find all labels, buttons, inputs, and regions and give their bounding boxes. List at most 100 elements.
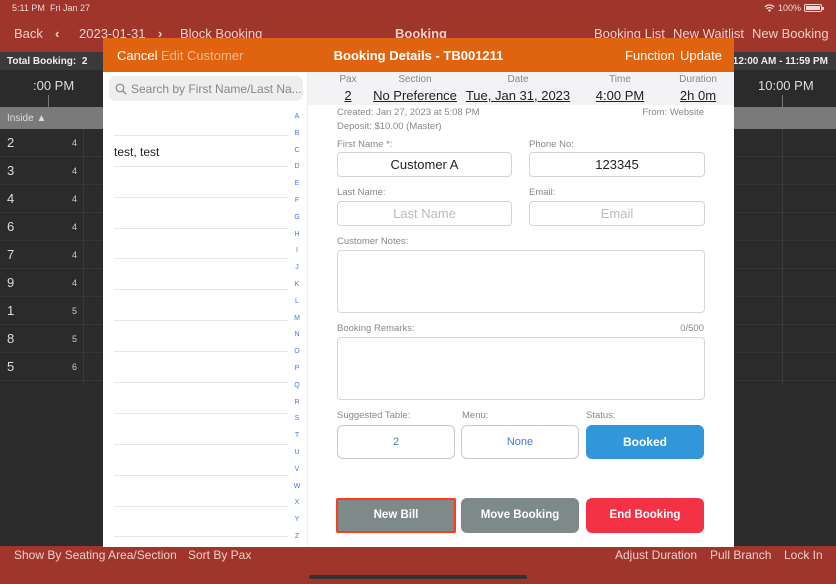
phone-field[interactable]: 123345 [529, 152, 705, 177]
duration-label: Duration [679, 74, 717, 85]
alphabet-index-letter[interactable]: F [290, 193, 304, 210]
alphabet-index-letter[interactable]: Z [290, 529, 304, 546]
customer-list-item[interactable] [114, 105, 288, 136]
customer-list-item[interactable] [114, 383, 288, 414]
deposit-info: Deposit: $10.00 (Master) [337, 121, 442, 132]
section-label: Section [398, 74, 432, 85]
alphabet-index-letter[interactable]: M [290, 311, 304, 328]
table-capacity: 4 [72, 222, 78, 232]
alphabet-index-letter[interactable]: S [290, 411, 304, 428]
suggested-table-button[interactable]: 2 [337, 425, 455, 459]
battery-icon [804, 4, 824, 12]
alphabet-index-letter[interactable]: O [290, 344, 304, 361]
new-bill-button[interactable]: New Bill [336, 498, 456, 533]
customer-notes-textarea[interactable] [337, 250, 705, 313]
alphabet-index-letter[interactable]: Q [290, 378, 304, 395]
time-summary[interactable]: Time 4:00 PM [585, 74, 655, 103]
customer-name: test, test [114, 144, 160, 159]
grid-line [782, 129, 783, 384]
suggested-table-label: Suggested Table: [337, 410, 411, 421]
date-label: Date [507, 74, 529, 85]
function-button[interactable]: Function [625, 48, 675, 63]
date-summary[interactable]: Date Tue, Jan 31, 2023 [460, 74, 576, 103]
customer-list-item[interactable] [114, 476, 288, 507]
alphabet-index-letter[interactable]: T [290, 428, 304, 445]
sort-by-pax-button[interactable]: Sort By Pax [188, 548, 251, 562]
alphabet-index-letter[interactable]: Y [290, 512, 304, 529]
cancel-button[interactable]: Cancel [117, 48, 157, 63]
edit-customer-button[interactable]: Edit Customer [161, 48, 243, 63]
alphabet-index-letter[interactable]: R [290, 395, 304, 412]
table-number: 2 [7, 135, 15, 150]
new-booking-button[interactable]: New Booking [752, 26, 829, 41]
pax-summary[interactable]: Pax 2 [333, 74, 363, 103]
booking-remarks-textarea[interactable] [337, 337, 705, 400]
status-time: 5:11 PM [12, 3, 45, 13]
duration-summary[interactable]: Duration 2h 0m [663, 74, 733, 103]
alphabet-index-letter[interactable]: I [290, 243, 304, 260]
date-value[interactable]: Tue, Jan 31, 2023 [460, 88, 576, 103]
customer-list-item[interactable] [114, 167, 288, 198]
status-button[interactable]: Booked [586, 425, 704, 459]
pax-value[interactable]: 2 [333, 88, 363, 103]
customer-list-item[interactable] [114, 290, 288, 322]
table-capacity: 4 [72, 278, 78, 288]
table-capacity: 4 [72, 194, 78, 204]
alphabet-index-letter[interactable]: B [290, 126, 304, 143]
search-placeholder: Search by First Name/Last Na... [131, 81, 302, 96]
grid-line [83, 129, 84, 384]
customer-list-item[interactable]: test, test [114, 136, 288, 167]
alphabet-index-letter[interactable]: D [290, 159, 304, 176]
lock-in-button[interactable]: Lock In [784, 548, 823, 562]
section-summary[interactable]: Section No Preference [370, 74, 460, 103]
table-capacity: 6 [72, 362, 78, 372]
back-button[interactable]: Back [14, 26, 43, 41]
alphabet-index-letter[interactable]: U [290, 445, 304, 462]
alphabet-index-letter[interactable]: X [290, 495, 304, 512]
table-capacity: 4 [72, 138, 78, 148]
adjust-duration-button[interactable]: Adjust Duration [615, 548, 697, 562]
alphabet-index-letter[interactable]: L [290, 294, 304, 311]
customer-list-item[interactable] [114, 229, 288, 260]
duration-value[interactable]: 2h 0m [663, 88, 733, 103]
alphabet-index-letter[interactable]: N [290, 327, 304, 344]
update-button[interactable]: Update [680, 48, 722, 63]
section-value[interactable]: No Preference [370, 88, 460, 103]
time-label: :00 PM [33, 78, 75, 93]
alphabet-index-letter[interactable]: J [290, 260, 304, 277]
alphabet-index-letter[interactable]: C [290, 143, 304, 160]
end-booking-button[interactable]: End Booking [586, 498, 704, 533]
alphabet-index-letter[interactable]: A [290, 109, 304, 126]
time-value[interactable]: 4:00 PM [585, 88, 655, 103]
customer-list-item[interactable] [114, 321, 288, 353]
customer-search-input[interactable]: Search by First Name/Last Na... [109, 76, 303, 101]
total-booking-label: Total Booking: [7, 56, 77, 67]
show-by-section-button[interactable]: Show By Seating Area/Section [14, 548, 177, 562]
alphabet-index-letter[interactable]: H [290, 227, 304, 244]
time-label: Time [609, 74, 631, 85]
alphabet-index[interactable]: ABCDEFGHIJKLMNOPQRSTUVWXYZ [290, 109, 304, 546]
customer-list-item[interactable] [114, 414, 288, 445]
customer-list-item[interactable] [114, 507, 288, 538]
section-name: Inside [7, 113, 34, 124]
alphabet-index-letter[interactable]: G [290, 210, 304, 227]
move-booking-button[interactable]: Move Booking [461, 498, 579, 533]
customer-list-item[interactable] [114, 259, 288, 291]
customer-list-item[interactable] [114, 445, 288, 476]
alphabet-index-letter[interactable]: E [290, 176, 304, 193]
alphabet-index-letter[interactable]: V [290, 462, 304, 479]
table-capacity: 4 [72, 166, 78, 176]
pull-branch-button[interactable]: Pull Branch [710, 548, 771, 562]
prev-date-chevron-icon[interactable]: ‹ [55, 26, 59, 41]
table-capacity: 5 [72, 334, 78, 344]
alphabet-index-letter[interactable]: K [290, 277, 304, 294]
last-name-label: Last Name: [337, 187, 386, 198]
last-name-field[interactable]: Last Name [337, 201, 512, 226]
first-name-field[interactable]: Customer A [337, 152, 512, 177]
alphabet-index-letter[interactable]: W [290, 479, 304, 496]
customer-list-item[interactable] [114, 352, 288, 384]
email-field[interactable]: Email [529, 201, 705, 226]
menu-button[interactable]: None [461, 425, 579, 459]
customer-list-item[interactable] [114, 198, 288, 229]
alphabet-index-letter[interactable]: P [290, 361, 304, 378]
